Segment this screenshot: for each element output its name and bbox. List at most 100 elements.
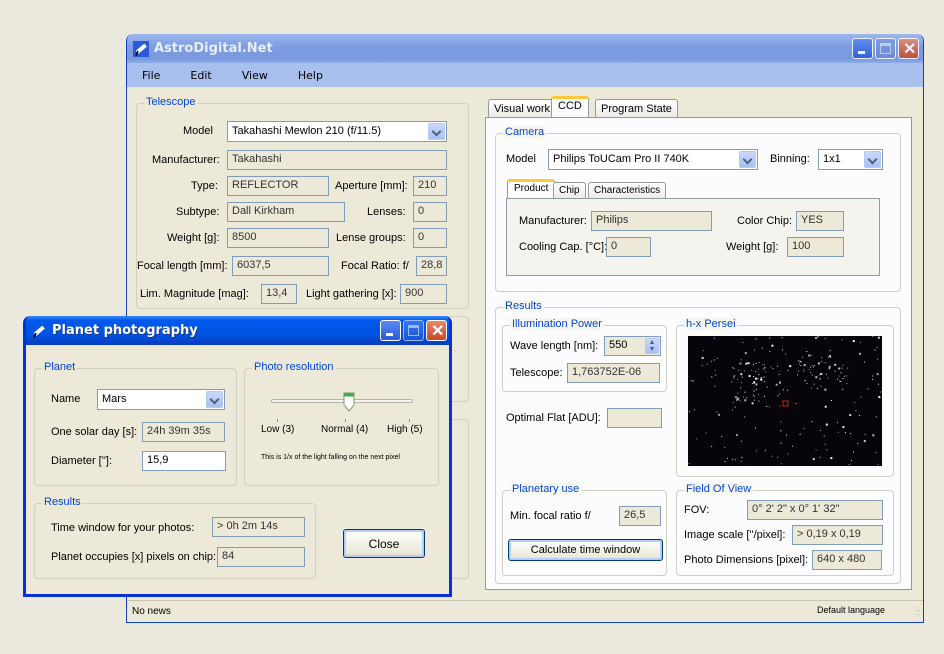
- subtab-chip[interactable]: Chip: [553, 182, 586, 199]
- star: [765, 371, 767, 373]
- camera-weight-field: 100: [787, 237, 844, 257]
- star: [744, 416, 746, 418]
- star: [817, 362, 820, 365]
- star: [799, 433, 801, 435]
- subtab-product[interactable]: Product: [507, 179, 556, 199]
- binning-select[interactable]: 1x1: [818, 149, 883, 170]
- star: [875, 416, 877, 418]
- tab-program-state[interactable]: Program State: [595, 99, 678, 117]
- resolution-slider-track[interactable]: [271, 399, 413, 403]
- manufacturer-field: Takahashi: [227, 150, 447, 170]
- wave-length-value: 550: [609, 339, 628, 351]
- close-icon: ✕: [431, 323, 445, 340]
- star: [731, 381, 733, 383]
- optimal-flat-field: [607, 408, 662, 428]
- illumination-group-label: Illumination Power: [510, 318, 604, 330]
- star: [771, 455, 773, 457]
- calculate-time-window-button[interactable]: Calculate time window: [508, 539, 663, 561]
- dialog-close-x-button[interactable]: ✕: [426, 320, 447, 341]
- star: [854, 401, 856, 403]
- status-bar: No news Default language .:.:: [127, 600, 923, 622]
- star: [755, 427, 756, 429]
- wave-length-label: Wave length [nm]:: [510, 340, 599, 352]
- chevron-down-icon[interactable]: [864, 151, 881, 168]
- planet-group-label: Planet: [42, 361, 78, 373]
- minimize-icon: [858, 51, 865, 54]
- status-language[interactable]: Default language: [817, 605, 885, 615]
- star: [691, 380, 693, 382]
- star: [819, 379, 821, 380]
- tick-high: [409, 419, 410, 422]
- status-news: No news: [132, 606, 171, 617]
- menu-edit[interactable]: Edit: [185, 69, 216, 82]
- star: [751, 369, 753, 371]
- star: [753, 390, 755, 392]
- star: [716, 411, 718, 413]
- light-gathering-label: Light gathering [x]:: [306, 288, 397, 300]
- star: [858, 352, 861, 355]
- star: [769, 350, 771, 352]
- resize-grip-icon[interactable]: .:.:: [916, 605, 920, 617]
- close-button[interactable]: Close: [343, 529, 425, 558]
- star: [867, 388, 869, 390]
- chevron-down-icon[interactable]: [428, 123, 445, 140]
- illum-telescope-label: Telescope:: [510, 367, 563, 379]
- minimize-button[interactable]: [852, 38, 873, 59]
- star: [840, 381, 842, 382]
- menu-help[interactable]: Help: [293, 69, 328, 82]
- min-focal-label: Min. focal ratio f/: [510, 510, 591, 522]
- subtab-characteristics[interactable]: Characteristics: [588, 182, 667, 199]
- star: [857, 443, 859, 445]
- wave-length-spinner[interactable]: 550 ▲ ▼: [604, 336, 661, 356]
- star: [746, 397, 748, 399]
- aperture-field: 210: [413, 176, 447, 196]
- star: [837, 378, 838, 380]
- chevron-down-icon[interactable]: [739, 151, 756, 168]
- star: [812, 458, 815, 461]
- planet-name-select[interactable]: Mars: [97, 389, 225, 410]
- tab-ccd[interactable]: CCD: [551, 96, 589, 117]
- resolution-slider-thumb[interactable]: [343, 392, 355, 412]
- star: [762, 364, 764, 366]
- star: [830, 356, 832, 358]
- main-titlebar[interactable]: AstroDigital.Net ✕: [127, 34, 923, 63]
- star: [878, 396, 881, 399]
- menu-view[interactable]: View: [237, 69, 273, 82]
- star: [811, 365, 813, 367]
- close-button-label: Close: [368, 536, 400, 551]
- camera-model-select[interactable]: Philips ToUCam Pro II 740K: [548, 149, 758, 170]
- time-window-field: > 0h 2m 14s: [212, 517, 305, 537]
- menu-file[interactable]: File: [137, 69, 165, 82]
- weight-label: Weight [g]:: [167, 232, 220, 244]
- dialog-maximize-button[interactable]: [403, 320, 424, 341]
- telescope-model-select[interactable]: Takahashi Mewlon 210 (f/11.5): [227, 121, 447, 142]
- close-window-button[interactable]: ✕: [898, 38, 919, 59]
- star: [837, 422, 838, 424]
- tab-visual-work[interactable]: Visual work: [488, 99, 557, 117]
- star: [763, 364, 765, 366]
- spinner-arrows-icon[interactable]: ▲ ▼: [645, 338, 659, 354]
- star: [839, 380, 841, 382]
- lim-magnitude-label: Lim. Magnitude [mag]:: [140, 288, 249, 300]
- star: [847, 367, 849, 369]
- star: [705, 432, 707, 434]
- dialog-minimize-button[interactable]: [380, 320, 401, 341]
- star: [755, 383, 758, 386]
- star: [758, 400, 760, 402]
- dialog-titlebar[interactable]: Planet photography ✕: [26, 316, 449, 345]
- cooling-label: Cooling Cap. [°C]:: [519, 241, 608, 253]
- star: [787, 453, 789, 455]
- resolution-normal-label: Normal (4): [321, 424, 369, 435]
- star: [817, 336, 818, 338]
- star: [838, 367, 841, 370]
- chevron-down-icon[interactable]: [206, 391, 223, 408]
- star: [837, 431, 839, 433]
- star: [711, 376, 713, 378]
- maximize-button[interactable]: [875, 38, 896, 59]
- star: [829, 355, 831, 357]
- star: [715, 374, 717, 376]
- diameter-input[interactable]: 15,9: [142, 451, 226, 471]
- star: [733, 368, 735, 369]
- star: [877, 359, 879, 361]
- tick-normal: [345, 419, 346, 422]
